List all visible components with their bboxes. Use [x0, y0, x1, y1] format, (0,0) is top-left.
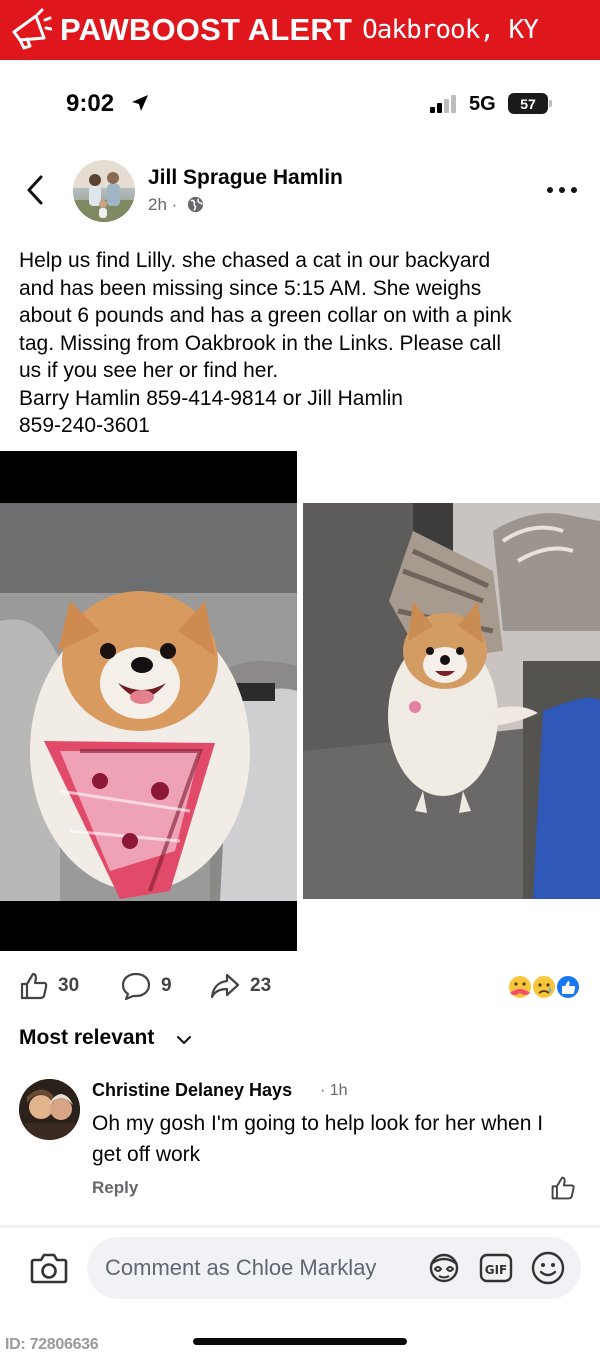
alert-banner: PAWBOOST ALERT Oakbrook, KY — [0, 0, 600, 60]
like-button[interactable]: 30 — [19, 971, 79, 1001]
listing-id: ID: 72806636 — [5, 1336, 99, 1353]
comment-like-icon[interactable] — [550, 1175, 576, 1201]
post-photo-dog-in-car[interactable] — [0, 451, 297, 951]
emoji-icon[interactable] — [530, 1250, 566, 1286]
chevron-down-icon[interactable] — [176, 1034, 192, 1046]
sad-emoji-icon — [531, 974, 557, 1000]
network-label: 5G — [469, 93, 496, 115]
share-button[interactable]: 23 — [209, 971, 271, 1001]
back-icon[interactable] — [22, 173, 48, 207]
share-icon — [210, 973, 240, 999]
home-indicator[interactable] — [193, 1338, 407, 1345]
battery-icon: 57 — [508, 93, 552, 114]
comment-icon — [121, 972, 151, 1001]
gif-icon[interactable]: GIF — [479, 1251, 513, 1285]
signal-icon — [430, 95, 456, 113]
comment-time: · 1h — [320, 1082, 348, 1099]
battery-level: 57 — [520, 95, 536, 112]
author-avatar[interactable] — [73, 160, 135, 222]
avatar-sticker-icon[interactable] — [426, 1250, 462, 1286]
alert-location: Oakbrook, KY — [362, 15, 539, 45]
post-time: 2h · — [148, 195, 178, 214]
more-options-icon[interactable] — [545, 180, 579, 200]
reply-button[interactable]: Reply — [92, 1178, 138, 1198]
like-reaction-icon — [555, 974, 581, 1000]
comment-count: 9 — [161, 975, 172, 996]
share-count: 23 — [250, 975, 272, 996]
author-name[interactable]: Jill Sprague Hamlin — [148, 166, 343, 190]
status-bar: 9:02 5G 57 — [0, 60, 600, 148]
commenter-name[interactable]: Christine Delaney Hays — [92, 1080, 292, 1101]
reaction-summary-icons[interactable] — [506, 973, 584, 1001]
comment-text: Oh my gosh I'm going to help look for he… — [92, 1112, 544, 1166]
post-actions: 30 9 23 — [0, 965, 600, 1009]
comment-sort-dropdown[interactable]: Most relevant — [19, 1026, 154, 1050]
comment-button[interactable]: 9 — [120, 971, 172, 1001]
commenter-avatar[interactable] — [19, 1079, 80, 1140]
location-arrow-icon — [132, 95, 148, 111]
composer-divider — [0, 1225, 600, 1228]
post-photo-dog-on-couch[interactable] — [303, 451, 600, 951]
camera-icon[interactable] — [30, 1252, 68, 1284]
post-text: Help us find Lilly. she chased a cat in … — [19, 249, 512, 437]
status-time: 9:02 — [66, 90, 115, 117]
care-emoji-icon — [507, 974, 533, 1000]
alert-title: PAWBOOST ALERT — [60, 12, 353, 47]
globe-icon — [187, 196, 204, 213]
megaphone-icon — [12, 8, 52, 50]
like-count: 30 — [58, 975, 80, 996]
like-icon — [20, 972, 48, 1000]
svg-text:GIF: GIF — [485, 1263, 508, 1277]
